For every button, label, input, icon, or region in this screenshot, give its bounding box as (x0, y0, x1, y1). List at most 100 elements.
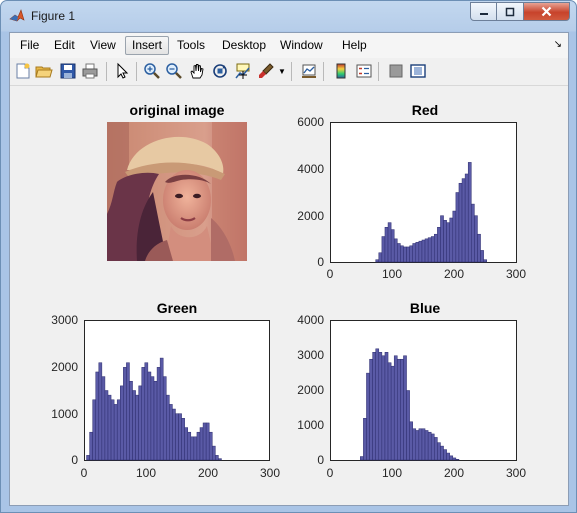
blue-histogram-bar (372, 352, 376, 461)
show-plot-tools-icon[interactable] (409, 62, 427, 80)
blue-histogram-bar (403, 355, 407, 461)
green-histogram-bar (126, 362, 130, 461)
red-histogram-bar (427, 237, 432, 263)
blue-histogram-bar (360, 456, 364, 461)
green-histogram-bar (144, 362, 149, 461)
caption-buttons (470, 2, 570, 22)
colorbar-icon[interactable] (332, 62, 350, 80)
red-histogram-bar (461, 178, 466, 263)
green-histogram-bar (172, 408, 176, 461)
toolbar-separator (323, 62, 324, 81)
close-button[interactable] (524, 2, 570, 21)
menu-bar: File Edit View Insert Tools Desktop Wind… (10, 33, 568, 58)
blue-histogram-bar (430, 433, 435, 461)
red-histogram-bar (467, 162, 472, 263)
dock-figure-icon[interactable]: ↘ (554, 39, 562, 50)
save-icon[interactable] (59, 62, 77, 80)
menu-desktop[interactable]: Desktop (216, 36, 272, 55)
green-histogram-bar (89, 431, 93, 461)
brush-icon[interactable] (257, 62, 275, 80)
histogram-bars-layer (86, 162, 487, 461)
red-histogram-bar (381, 236, 386, 263)
toolbar-separator (291, 62, 292, 81)
zoom-out-icon[interactable] (165, 62, 183, 80)
zoom-in-icon[interactable] (143, 62, 161, 80)
menu-tools[interactable]: Tools (171, 36, 211, 55)
blue-histogram-bar (381, 355, 386, 461)
green-histogram-bar (95, 371, 100, 461)
title-bar[interactable]: Figure 1 (1, 1, 576, 31)
green-histogram-bar (104, 390, 109, 461)
menu-view[interactable]: View (84, 36, 122, 55)
menu-edit[interactable]: Edit (48, 36, 81, 55)
green-histogram-bar (190, 436, 195, 461)
figure-toolbar: ▼ (10, 58, 568, 86)
red-histogram-bar (418, 240, 423, 263)
figure-client-area: File Edit View Insert Tools Desktop Wind… (9, 32, 569, 506)
blue-histogram-bar (366, 372, 370, 461)
green-histogram-bar (141, 367, 146, 461)
hide-plot-tools-icon[interactable] (387, 62, 405, 80)
maximize-icon (505, 7, 515, 16)
green-histogram-bar (113, 404, 118, 461)
menu-window[interactable]: Window (274, 36, 329, 55)
red-histogram-bar (452, 210, 457, 263)
green-histogram-bar (123, 367, 127, 461)
red-histogram-bar (440, 215, 444, 263)
print-icon[interactable] (81, 62, 99, 80)
blue-histogram-bar (452, 457, 457, 461)
green-histogram-bar (184, 427, 188, 461)
green-histogram-bar (169, 404, 173, 461)
green-histogram-bar (162, 376, 167, 461)
data-cursor-icon[interactable] (234, 62, 252, 80)
green-histogram-bar (159, 357, 164, 461)
red-histogram-bar (434, 233, 438, 263)
green-histogram-bar (110, 399, 115, 461)
blue-histogram-bar (363, 418, 367, 461)
green-histogram-bar (135, 394, 139, 461)
menu-help[interactable]: Help (336, 36, 373, 55)
green-histogram-bar (193, 436, 198, 461)
red-histogram-bar (412, 243, 417, 263)
legend-icon[interactable] (355, 62, 373, 80)
maximize-button[interactable] (497, 2, 524, 21)
red-histogram-bar (378, 252, 383, 263)
green-histogram-bar (138, 385, 142, 461)
menu-file[interactable]: File (14, 36, 45, 55)
minimize-icon (479, 12, 488, 15)
green-histogram-bar (147, 371, 152, 461)
red-histogram-bar (443, 220, 447, 263)
blue-histogram-bar (424, 430, 429, 461)
blue-histogram-bar (412, 428, 417, 461)
rotate-3d-icon[interactable] (211, 62, 229, 80)
red-histogram-bar (471, 203, 475, 263)
green-histogram-bar (187, 431, 192, 461)
blue-histogram-bar (378, 352, 383, 461)
pan-hand-icon[interactable] (188, 62, 206, 80)
red-histogram-bar (474, 215, 478, 263)
figure-canvas: original image Red 6000 4000 2000 0 0 10… (10, 86, 568, 505)
link-plot-icon[interactable] (300, 62, 318, 80)
menu-insert[interactable]: Insert (125, 36, 170, 55)
brush-dropdown-arrow-icon[interactable]: ▼ (278, 67, 286, 76)
open-file-icon[interactable] (35, 62, 53, 80)
new-figure-icon[interactable] (14, 62, 32, 80)
matlab-icon (9, 9, 25, 22)
red-histogram-bar (477, 233, 481, 263)
blue-histogram-bar (409, 421, 413, 461)
red-histogram-bar (384, 227, 389, 263)
red-histogram-bar (375, 259, 380, 263)
green-histogram-bar (208, 431, 213, 461)
blue-histogram-bar (440, 445, 444, 461)
select-arrow-icon[interactable] (113, 62, 131, 80)
green-histogram-bar (175, 413, 179, 461)
red-histogram-bar (397, 243, 401, 263)
blue-histogram-bar (387, 362, 392, 461)
minimize-button[interactable] (470, 2, 497, 21)
red-histogram-bar (421, 239, 426, 263)
green-histogram-bar (215, 455, 219, 461)
red-histogram-bar (390, 229, 395, 263)
red-histogram-bar (480, 250, 484, 263)
blue-histogram-bar (400, 358, 404, 461)
red-histogram-bar (400, 245, 404, 263)
